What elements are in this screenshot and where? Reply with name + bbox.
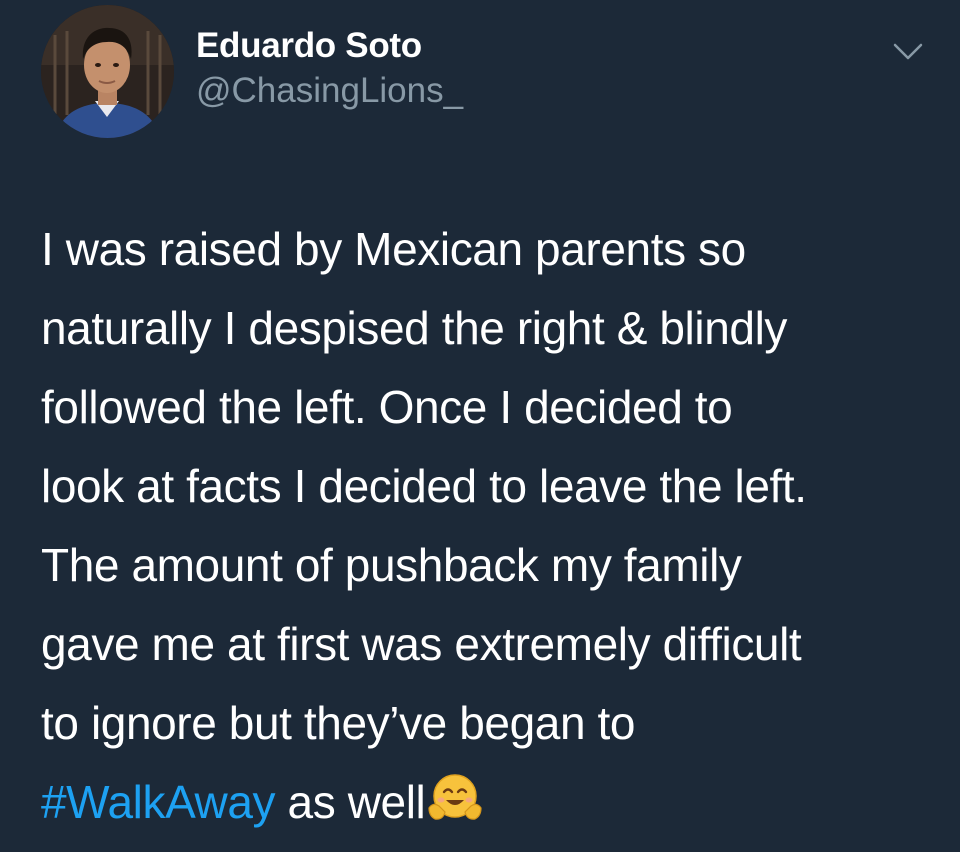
hugging-face-emoji-icon — [427, 769, 483, 848]
chevron-down-icon — [893, 43, 923, 60]
tweet-card: Eduardo Soto @ChasingLions_ I was raised… — [0, 0, 960, 852]
tweet-text-line: gave me at first was extremely difficult — [41, 618, 802, 670]
avatar[interactable] — [41, 5, 174, 138]
tweet-text-line: I was raised by Mexican parents so — [41, 223, 746, 275]
user-handle[interactable]: @ChasingLions_ — [196, 69, 463, 113]
hashtag-link[interactable]: #WalkAway — [41, 776, 276, 828]
display-name[interactable]: Eduardo Soto — [196, 24, 463, 68]
tweet-text-line: followed the left. Once I decided to — [41, 381, 733, 433]
tweet-text: I was raised by Mexican parents so natur… — [41, 210, 941, 848]
tweet-text-line: naturally I despised the right & blindly — [41, 302, 787, 354]
user-info: Eduardo Soto @ChasingLions_ — [196, 24, 463, 113]
tweet-text-line: to ignore but they’ve began to — [41, 697, 636, 749]
profile-photo-icon — [41, 5, 174, 138]
tweet-menu-button[interactable] — [888, 34, 928, 70]
tweet-text-line: The amount of pushback my family — [41, 539, 742, 591]
tweet-text-line: look at facts I decided to leave the lef… — [41, 460, 807, 512]
tweet-text-last-line: #WalkAway as well — [41, 763, 941, 848]
closing-text: as well — [275, 776, 426, 828]
